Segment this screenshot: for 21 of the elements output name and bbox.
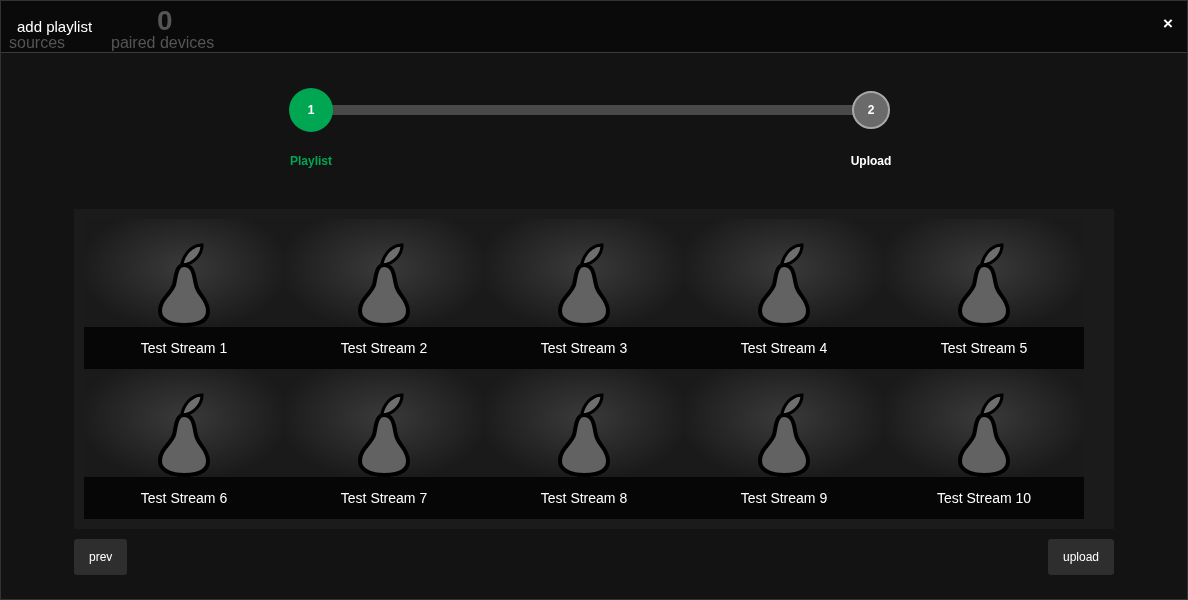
prev-button[interactable]: prev bbox=[74, 539, 128, 575]
dialog-title: add playlist bbox=[17, 18, 93, 35]
stream-name: Test Stream 10 bbox=[884, 477, 1084, 519]
stream-name: Test Stream 2 bbox=[284, 327, 484, 369]
stream-name: Test Stream 4 bbox=[684, 327, 884, 369]
close-button[interactable]: × bbox=[1163, 14, 1173, 34]
stream-name: Test Stream 7 bbox=[284, 477, 484, 519]
stream-name: Test Stream 8 bbox=[484, 477, 684, 519]
stream-name: Test Stream 9 bbox=[684, 477, 884, 519]
stream-name: Test Stream 1 bbox=[84, 327, 284, 369]
sources-label: sources bbox=[9, 34, 66, 52]
step-circle: 1 bbox=[289, 88, 333, 132]
stream-name: Test Stream 5 bbox=[884, 327, 1084, 369]
step-label: Upload bbox=[850, 154, 892, 168]
stream-name: Test Stream 6 bbox=[84, 477, 284, 519]
step-label: Playlist bbox=[290, 154, 332, 168]
stream-name: Test Stream 3 bbox=[484, 327, 684, 369]
stat-value: 0 bbox=[157, 5, 173, 36]
step-circle: 2 bbox=[852, 91, 890, 129]
stat-label: paired devices bbox=[111, 34, 215, 52]
upload-button[interactable]: upload bbox=[1047, 539, 1114, 575]
